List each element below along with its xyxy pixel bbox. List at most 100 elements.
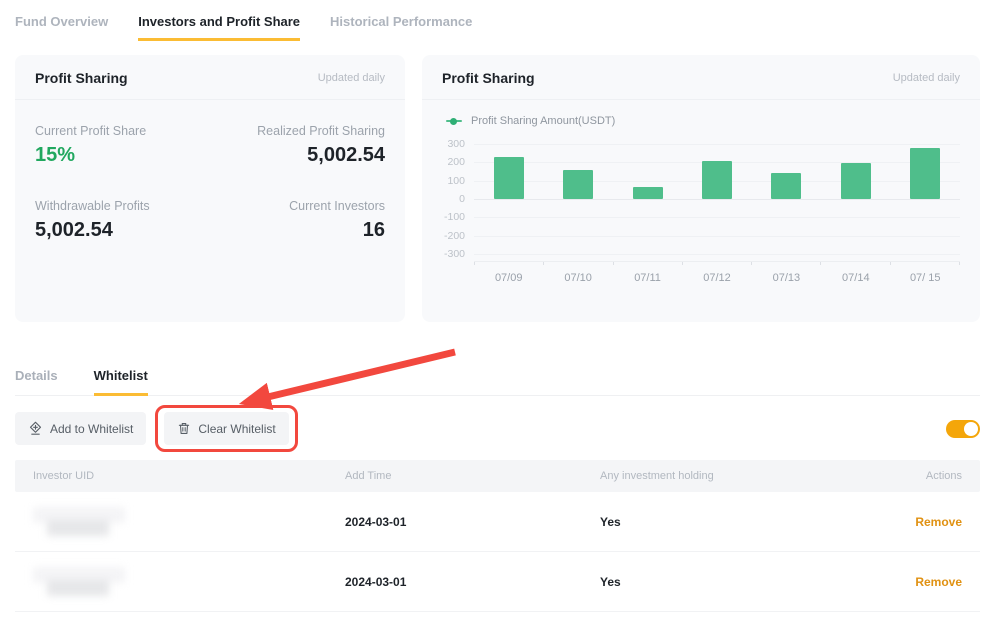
bar-slot xyxy=(474,144,543,254)
bar-07-14 xyxy=(841,163,871,199)
toggle-knob xyxy=(964,422,978,436)
y-tick-label: 100 xyxy=(447,175,465,187)
toolbar-buttons: Add to Whitelist Clear Whitelist xyxy=(15,405,298,452)
chart-plot xyxy=(474,144,960,254)
clear-whitelist-label: Clear Whitelist xyxy=(198,422,275,436)
bar-slot xyxy=(682,144,751,254)
summary-stats: Current Profit Share 15% Realized Profit… xyxy=(15,100,405,266)
chart-card-title: Profit Sharing xyxy=(442,70,535,86)
column-header-actions: Actions xyxy=(882,470,962,482)
section-tab-bar: Details Whitelist xyxy=(15,368,980,396)
x-tick-label: 07/13 xyxy=(752,272,821,284)
summary-card-header: Profit Sharing Updated daily xyxy=(15,55,405,100)
bar-slot xyxy=(821,144,890,254)
column-header-add-time: Add Time xyxy=(345,470,600,482)
table-row: 2024-03-01 Yes Remove xyxy=(15,552,980,612)
stat-withdrawable-profits: Withdrawable Profits 5,002.54 xyxy=(35,199,210,242)
summary-updated-daily: Updated daily xyxy=(318,72,385,84)
tab-details[interactable]: Details xyxy=(15,368,58,396)
stat-label: Withdrawable Profits xyxy=(35,199,210,213)
gridline xyxy=(474,254,960,255)
axis-tick xyxy=(959,262,960,265)
axis-tick xyxy=(543,262,544,265)
chart-updated-daily: Updated daily xyxy=(893,72,960,84)
chart-axis-ticks xyxy=(474,261,960,265)
chart-main: 07/0907/1007/1107/1207/1307/1407/ 15 xyxy=(474,144,960,284)
chart-bars xyxy=(474,144,960,254)
profit-sharing-summary-card: Profit Sharing Updated daily Current Pro… xyxy=(15,55,405,322)
bar-07--15 xyxy=(910,148,940,199)
trash-icon xyxy=(177,421,191,436)
x-tick-label: 07/09 xyxy=(474,272,543,284)
table-row: 2024-03-01 Yes Remove xyxy=(15,492,980,552)
axis-tick xyxy=(820,262,821,265)
column-header-investor-uid: Investor UID xyxy=(33,470,345,482)
stat-label: Current Investors xyxy=(210,199,385,213)
tab-investors-and-profit-share[interactable]: Investors and Profit Share xyxy=(138,14,300,41)
summary-card-title: Profit Sharing xyxy=(35,70,128,86)
x-tick-label: 07/11 xyxy=(613,272,682,284)
profit-sharing-chart-card: Profit Sharing Updated daily Profit Shar… xyxy=(422,55,980,322)
chart-x-labels: 07/0907/1007/1107/1207/1307/1407/ 15 xyxy=(474,272,960,284)
stat-realized-profit-sharing: Realized Profit Sharing 5,002.54 xyxy=(210,124,385,167)
column-header-any-investment-holding: Any investment holding xyxy=(600,470,882,482)
cell-investor-uid xyxy=(33,567,345,597)
cell-add-time: 2024-03-01 xyxy=(345,575,600,589)
add-to-whitelist-button[interactable]: Add to Whitelist xyxy=(15,412,146,445)
bar-slot xyxy=(613,144,682,254)
clear-whitelist-button[interactable]: Clear Whitelist xyxy=(164,412,288,445)
bar-slot xyxy=(891,144,960,254)
chart-legend: Profit Sharing Amount(USDT) xyxy=(446,115,960,127)
axis-tick xyxy=(751,262,752,265)
x-tick-label: 07/10 xyxy=(543,272,612,284)
chart-y-axis: 3002001000-100-200-300 xyxy=(440,144,474,254)
whitelist-table: Investor UID Add Time Any investment hol… xyxy=(15,460,980,612)
y-tick-label: 300 xyxy=(447,138,465,150)
bar-07-10 xyxy=(563,170,593,199)
page: Fund Overview Investors and Profit Share… xyxy=(0,0,995,612)
bar-slot xyxy=(543,144,612,254)
whitelist-toolbar: Add to Whitelist Clear Whitelist xyxy=(15,405,980,452)
cell-add-time: 2024-03-01 xyxy=(345,515,600,529)
axis-tick xyxy=(613,262,614,265)
bar-07-13 xyxy=(771,173,801,199)
stat-current-investors: Current Investors 16 xyxy=(210,199,385,242)
annotation-highlight-box: Clear Whitelist xyxy=(155,405,297,452)
stat-value: 15% xyxy=(35,144,210,167)
stat-current-profit-share: Current Profit Share 15% xyxy=(35,124,210,167)
stat-label: Current Profit Share xyxy=(35,124,210,138)
remove-link[interactable]: Remove xyxy=(915,515,962,529)
cell-investor-uid xyxy=(33,507,345,537)
whitelist-toggle[interactable] xyxy=(946,420,980,438)
cell-holding: Yes xyxy=(600,515,882,529)
axis-tick xyxy=(474,262,475,265)
stat-value: 16 xyxy=(210,219,385,242)
add-to-whitelist-label: Add to Whitelist xyxy=(50,422,133,436)
chart-body: Profit Sharing Amount(USDT) 3002001000-1… xyxy=(422,100,980,284)
stat-value: 5,002.54 xyxy=(35,219,210,242)
investor-uid-redacted xyxy=(33,507,129,537)
stat-label: Realized Profit Sharing xyxy=(210,124,385,138)
cell-holding: Yes xyxy=(600,575,882,589)
bar-07-12 xyxy=(702,161,732,199)
table-header-row: Investor UID Add Time Any investment hol… xyxy=(15,460,980,492)
bar-07-09 xyxy=(494,157,524,199)
bar-slot xyxy=(752,144,821,254)
cards-row: Profit Sharing Updated daily Current Pro… xyxy=(15,55,980,322)
y-tick-label: -200 xyxy=(444,230,465,242)
axis-tick xyxy=(890,262,891,265)
top-tab-bar: Fund Overview Investors and Profit Share… xyxy=(15,14,980,41)
tab-fund-overview[interactable]: Fund Overview xyxy=(15,14,108,41)
bar-chart: 3002001000-100-200-300 07/0907/1007/1107… xyxy=(440,144,960,284)
legend-series-marker-icon xyxy=(446,120,462,122)
investor-uid-redacted xyxy=(33,567,129,597)
chart-card-header: Profit Sharing Updated daily xyxy=(422,55,980,100)
stat-value: 5,002.54 xyxy=(210,144,385,167)
tab-whitelist[interactable]: Whitelist xyxy=(94,368,148,396)
remove-link[interactable]: Remove xyxy=(915,575,962,589)
add-to-whitelist-icon xyxy=(28,421,43,436)
y-tick-label: 0 xyxy=(459,193,465,205)
x-tick-label: 07/14 xyxy=(821,272,890,284)
x-tick-label: 07/12 xyxy=(682,272,751,284)
tab-historical-performance[interactable]: Historical Performance xyxy=(330,14,472,41)
